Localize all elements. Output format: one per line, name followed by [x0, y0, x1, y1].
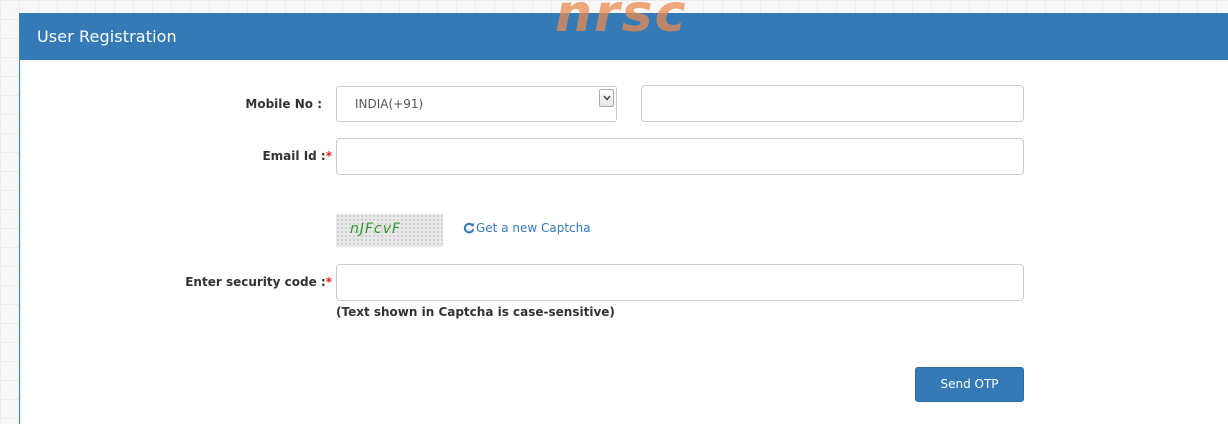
captcha-case-hint: (Text shown in Captcha is case-sensitive…: [336, 305, 615, 319]
mobile-number-input[interactable]: [641, 85, 1024, 122]
required-marker: *: [325, 149, 332, 163]
send-otp-button[interactable]: Send OTP: [915, 367, 1024, 402]
email-input[interactable]: [336, 138, 1024, 175]
security-code-label: Enter security code :*: [185, 275, 332, 289]
registration-panel: User Registration: [19, 13, 1228, 424]
captcha-image: nJFcvF: [336, 214, 443, 247]
get-new-captcha-link[interactable]: Get a new Captcha: [463, 221, 591, 237]
refresh-icon: [463, 222, 475, 237]
country-code-value: INDIA(+91): [355, 97, 424, 111]
panel-header: User Registration: [20, 13, 1228, 60]
country-code-select[interactable]: INDIA(+91): [336, 86, 617, 122]
email-label: Email Id :*: [262, 149, 332, 163]
page-background: User Registration nrsc Mobile No : INDIA…: [0, 0, 1228, 424]
get-new-captcha-label: Get a new Captcha: [476, 221, 591, 235]
mobile-label: Mobile No :: [245, 97, 322, 111]
security-code-input[interactable]: [336, 264, 1024, 301]
captcha-text: nJFcvF: [350, 221, 402, 237]
required-marker: *: [325, 275, 332, 289]
panel-title: User Registration: [37, 27, 177, 46]
chevron-down-icon[interactable]: [599, 89, 614, 107]
